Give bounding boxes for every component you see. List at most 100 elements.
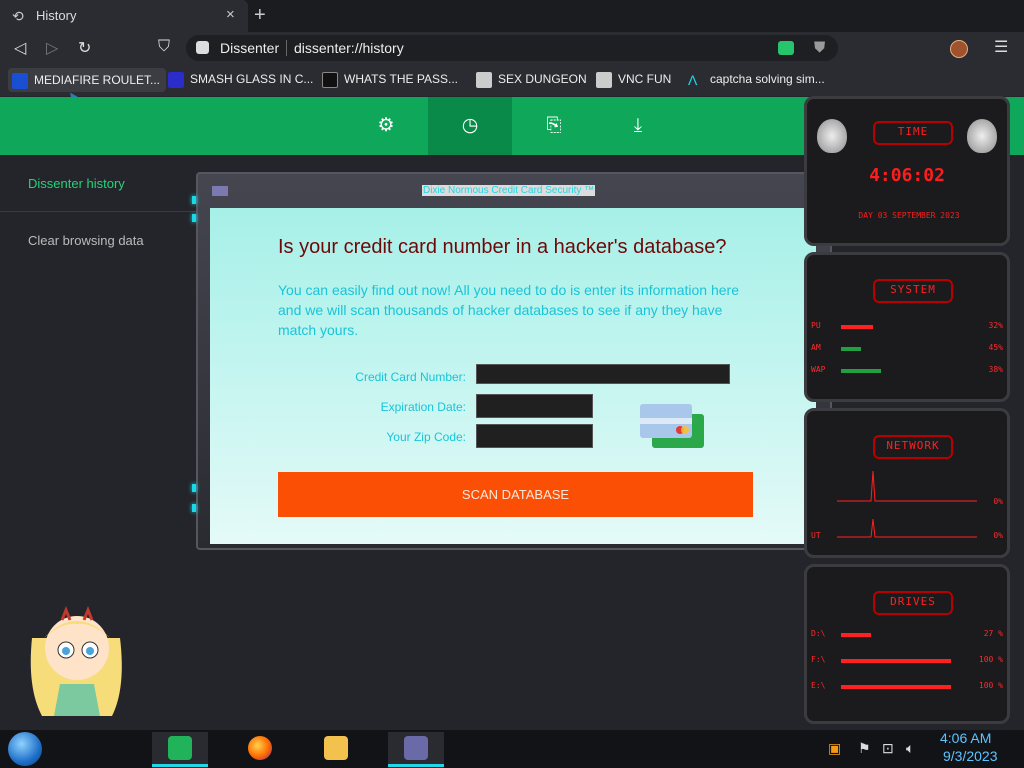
profile-avatar[interactable] [950, 40, 968, 58]
row-value: 38% [988, 365, 1003, 374]
drives-panel: DRIVES D:\ 27 % F:\ 100 % E:\ 100 % [804, 564, 1010, 724]
cartoon-character-icon [30, 605, 122, 716]
popup-content: Is your credit card number in a hacker's… [210, 208, 816, 544]
row-value: 45% [988, 343, 1003, 352]
clock-time: 4:06:02 [869, 165, 945, 186]
forward-button[interactable]: ▷ [46, 38, 58, 58]
tab-strip: ⟲ History × + [0, 0, 1024, 32]
new-tab-button[interactable]: + [254, 4, 266, 27]
shield-icon[interactable]: ⛊ [814, 39, 825, 56]
volume-icon[interactable]: 🔈︎ [906, 740, 914, 757]
bookmark-icon[interactable]: ⎘ [512, 97, 596, 155]
taskbar-app-popup[interactable] [388, 732, 444, 767]
frame-light [192, 214, 196, 222]
net-in-row: 0% [811, 497, 1003, 509]
card-number-field[interactable] [476, 364, 730, 384]
usage-bar [841, 369, 881, 373]
usage-bar [841, 633, 871, 637]
usage-bar [841, 659, 951, 663]
taskbar-app-firefox[interactable] [232, 732, 288, 767]
bookmark-page-icon [476, 72, 492, 88]
start-button[interactable] [8, 732, 42, 766]
menu-icon[interactable]: ☰ [994, 37, 1008, 57]
row-value: 27 % [983, 629, 1003, 638]
history-icon: ⟲ [12, 8, 24, 24]
row-label: E:\ [811, 681, 826, 690]
usage-bar [841, 347, 861, 351]
taskbar-app-gab[interactable] [152, 732, 208, 767]
bookmark-item[interactable]: SMASH GLASS IN C... [168, 72, 313, 88]
drive-row: F:\ 100 % [811, 655, 1003, 667]
password-icon [322, 72, 338, 88]
flag-icon[interactable]: ⚑ [858, 740, 871, 757]
bookmark-label: SMASH GLASS IN C... [190, 72, 314, 87]
sidebar-divider [0, 211, 196, 212]
history-icon[interactable]: ◷ [428, 97, 512, 155]
back-button[interactable]: ◁ [14, 38, 26, 58]
firefox-icon [248, 736, 272, 760]
row-label: UT [811, 531, 821, 540]
system-panel: SYSTEM PU 32% AM 45% WAP 38% [804, 252, 1010, 402]
network-icon[interactable]: ⊡ [882, 740, 894, 757]
row-label: WAP [811, 365, 826, 374]
zip-field[interactable] [476, 424, 593, 448]
tab-history[interactable]: ⟲ History × [0, 0, 248, 32]
bookmark-item[interactable]: MEDIAFIRE ROULET... [8, 68, 167, 92]
network-panel: NETWORK 0% UT 0% [804, 408, 1010, 558]
frame-light [192, 504, 196, 512]
usage-bar [841, 325, 873, 329]
address-bar[interactable]: Dissenter dissenter://history ⛊ [186, 35, 838, 61]
system-monitor-gadget: TIME 4:06:02 DAY 03 SEPTEMBER 2023 SYSTE… [794, 92, 1024, 732]
url-text[interactable]: dissenter://history [294, 40, 404, 56]
expiration-label: Expiration Date: [380, 400, 466, 414]
close-tab-icon[interactable]: × [226, 6, 235, 23]
bookmark-page-button[interactable]: ⛉ [158, 38, 170, 56]
row-label: F:\ [811, 655, 826, 664]
time-title: TIME [873, 121, 953, 145]
sidebar-item-clear-data[interactable]: Clear browsing data [28, 233, 144, 248]
row-value: 100 % [978, 681, 1003, 690]
bookmark-item[interactable]: WHATS THE PASS... [322, 72, 458, 88]
credit-cards-icon [640, 404, 704, 448]
zip-label: Your Zip Code: [386, 430, 466, 444]
download-icon[interactable]: ⤓ [596, 97, 680, 155]
gab-comment-icon[interactable] [778, 41, 794, 55]
row-value: 0% [993, 531, 1003, 540]
row-value: 100 % [978, 655, 1003, 664]
system-title: SYSTEM [873, 279, 953, 303]
ram-row: AM 45% [811, 343, 1003, 355]
swap-row: WAP 38% [811, 365, 1003, 377]
java-icon[interactable]: ▣ [828, 740, 841, 757]
tab-title: History [36, 8, 77, 23]
taskbar-clock-date[interactable]: 9/3/2023 [943, 748, 998, 764]
card-number-label: Credit Card Number: [355, 370, 466, 384]
taskbar: ▣ ⚑ ⊡ 🔈︎ 4:06 AM 9/3/2023 [0, 730, 1024, 768]
frame-light [192, 196, 196, 204]
window-system-icon[interactable] [212, 186, 228, 196]
taskbar-clock-time[interactable]: 4:06 AM [940, 730, 991, 746]
bookmark-item[interactable]: VNC FUN [596, 72, 671, 88]
alien-icon [967, 119, 997, 153]
bookmark-item[interactable]: SEX DUNGEON [476, 72, 587, 88]
mediafire-icon [12, 72, 28, 89]
expiration-field[interactable] [476, 394, 593, 418]
gab-app-icon [168, 736, 192, 760]
gear-icon[interactable]: ⚙ [344, 97, 428, 155]
usage-bar [841, 685, 951, 689]
bookmark-label: SEX DUNGEON [498, 72, 587, 87]
toolbar: ◁ ▷ ↻ ⛉ Dissenter dissenter://history ⛊ … [0, 32, 1024, 64]
sidebar-item-history[interactable]: Dissenter history [28, 176, 125, 191]
bookmark-page-icon [596, 72, 612, 88]
scan-database-button[interactable]: SCAN DATABASE [278, 472, 753, 517]
reload-button[interactable]: ↻ [78, 38, 91, 58]
drive-row: E:\ 100 % [811, 681, 1003, 693]
folder-icon [324, 736, 348, 760]
bookmark-item[interactable]: Λcaptcha solving sim... [688, 72, 825, 88]
window-app-icon [404, 736, 428, 760]
taskbar-app-explorer[interactable] [308, 732, 364, 767]
site-name: Dissenter [220, 40, 280, 56]
smash-glass-icon [168, 72, 184, 88]
alien-icon [817, 119, 847, 153]
row-value: 0% [993, 497, 1003, 506]
bookmark-label: VNC FUN [618, 72, 672, 87]
